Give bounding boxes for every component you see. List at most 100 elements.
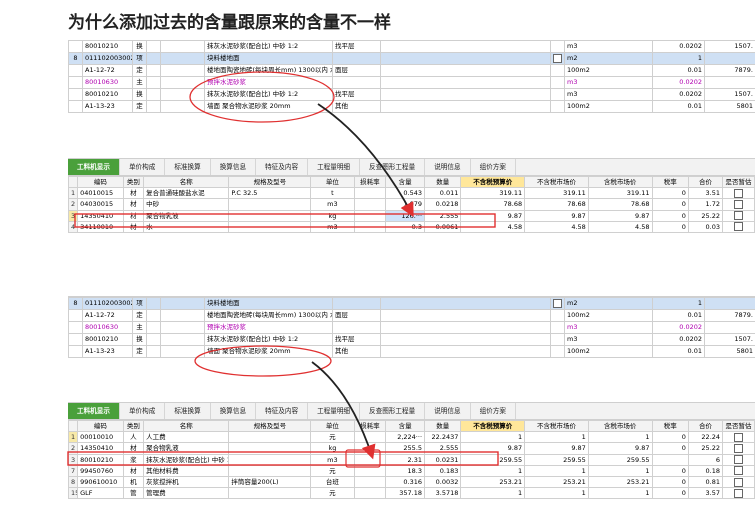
column-header[interactable]: 含税市场价 <box>588 421 652 432</box>
resource-row[interactable]: 104010015材复合普通硅酸盐水泥P.C 32.5t0.5430.01131… <box>69 188 755 199</box>
column-header[interactable]: 税率 <box>652 177 688 188</box>
estimate-checkbox-cell[interactable] <box>723 210 755 221</box>
checkbox[interactable] <box>734 489 743 498</box>
tab-7[interactable]: 说明信息 <box>425 403 470 419</box>
checkbox[interactable] <box>734 211 743 220</box>
tab-4[interactable]: 特征及内容 <box>256 403 308 419</box>
column-header[interactable]: 名称 <box>144 177 229 188</box>
column-header[interactable]: 类别 <box>123 421 143 432</box>
tab-0[interactable]: 工料机显示 <box>68 403 120 419</box>
quota-row[interactable]: A1-12-72定楼地面陶瓷地砖(每块周长mm) 1300以内 水泥砂浆面层10… <box>69 65 755 77</box>
quota-cell: 找平层 <box>333 41 381 53</box>
resource-row[interactable]: 214350410材聚合物乳液kg255.52.5559.879.879.870… <box>69 443 755 454</box>
quota-row[interactable]: 80010210换抹灰水泥砂浆(配合比) 中砂 1:2找平层m30.020215… <box>69 334 755 346</box>
resource-cell-unit: 台班 <box>311 476 354 487</box>
estimate-checkbox-cell[interactable] <box>723 432 755 443</box>
column-header[interactable]: 含量 <box>386 177 425 188</box>
resource-row[interactable]: 380010210浆抹灰水泥砂浆(配合比) 中砂 1:2m32.310.0231… <box>69 454 755 465</box>
checkbox[interactable] <box>553 299 562 308</box>
column-header[interactable]: 损耗率 <box>354 177 386 188</box>
checkbox[interactable] <box>734 200 743 209</box>
tab-8[interactable]: 组价方案 <box>471 159 516 175</box>
column-header[interactable]: 不含税预算价 <box>461 421 525 432</box>
tab-1[interactable]: 单价构成 <box>120 159 165 175</box>
quota-row[interactable]: A1-12-72定楼地面陶瓷地砖(每块周长mm) 1300以内 水泥砂浆面层10… <box>69 310 755 322</box>
tab-4[interactable]: 特征及内容 <box>256 159 308 175</box>
checkbox[interactable] <box>734 189 743 198</box>
column-header[interactable]: 规格及型号 <box>229 177 311 188</box>
tab-8[interactable]: 组价方案 <box>471 403 516 419</box>
checkbox[interactable] <box>734 222 743 231</box>
checkbox[interactable] <box>734 433 743 442</box>
resource-cell-p3: 1 <box>588 488 652 499</box>
quota-cell <box>161 298 205 310</box>
resource-row[interactable]: 314350410材聚合物乳液kg126.···2.5559.879.879.8… <box>69 210 755 221</box>
tab-6[interactable]: 反查图形工程量 <box>360 403 425 419</box>
resource-cell-qty: 0.183 <box>425 465 461 476</box>
quota-row[interactable]: 80010210换抹灰水泥砂浆(配合比) 中砂 1:2找平层m30.020215… <box>69 89 755 101</box>
resource-row[interactable]: 799450760材其他材料费元18.30.18311100.18 <box>69 465 755 476</box>
header-corner <box>69 177 78 188</box>
tab-6[interactable]: 反查图形工程量 <box>360 159 425 175</box>
resource-cell-name: 人工费 <box>144 432 229 443</box>
column-header[interactable]: 单位 <box>311 177 354 188</box>
checkbox[interactable] <box>734 444 743 453</box>
quota-row[interactable]: 80010630主预拌水泥砂浆m30.0202 <box>69 77 755 89</box>
resource-row[interactable]: 15GLF管管理费元357.183.571811103.57 <box>69 488 755 499</box>
column-header[interactable]: 不含税预算价 <box>461 177 525 188</box>
checkbox[interactable] <box>734 455 743 464</box>
estimate-checkbox-cell[interactable] <box>723 476 755 487</box>
quota-row[interactable]: 80010210换抹灰水泥砂浆(配合比) 中砂 1:2找平层m30.020215… <box>69 41 755 53</box>
tab-5[interactable]: 工程量明细 <box>308 403 360 419</box>
column-header[interactable]: 含税市场价 <box>588 177 652 188</box>
resource-row[interactable]: 8990610010机灰浆搅拌机拌筒容量200(L)台班0.3160.00322… <box>69 476 755 487</box>
estimate-checkbox-cell[interactable] <box>723 221 755 232</box>
quota-row[interactable]: 80010630主预拌水泥砂浆m30.0202 <box>69 322 755 334</box>
estimate-checkbox-cell[interactable] <box>723 199 755 210</box>
column-header[interactable]: 不含税市场价 <box>525 421 589 432</box>
column-header[interactable]: 规格及型号 <box>229 421 311 432</box>
checkbox[interactable] <box>734 466 743 475</box>
quota-cell: m3 <box>565 334 653 346</box>
column-header[interactable]: 税率 <box>652 421 688 432</box>
tab-2[interactable]: 标准换算 <box>165 159 210 175</box>
estimate-checkbox-cell[interactable] <box>723 488 755 499</box>
column-header[interactable]: 编码 <box>78 421 124 432</box>
column-header[interactable]: 是否暂估 <box>723 177 755 188</box>
tab-7[interactable]: 说明信息 <box>425 159 470 175</box>
column-header[interactable]: 合价 <box>688 421 722 432</box>
quota-row[interactable]: A1-13-23定墙面 聚合物水泥砂浆 20mm其他100m20.015801 <box>69 346 755 358</box>
resource-row[interactable]: 204030015材中砂m31.0790.021878.6878.6878.68… <box>69 199 755 210</box>
column-header[interactable]: 数量 <box>425 177 461 188</box>
column-header[interactable]: 编码 <box>78 177 124 188</box>
tab-3[interactable]: 换算信息 <box>211 159 256 175</box>
quota-row[interactable]: A1-13-23定墙面 聚合物水泥砂浆 20mm其他100m20.015801 <box>69 101 755 113</box>
column-header[interactable]: 类别 <box>123 177 143 188</box>
column-header[interactable]: 不含税市场价 <box>525 177 589 188</box>
estimate-checkbox-cell[interactable] <box>723 465 755 476</box>
resource-cell-content: 0.3 <box>386 221 425 232</box>
column-header[interactable]: 损耗率 <box>354 421 386 432</box>
quota-row[interactable]: 8011102003002项块料楼地面m21 <box>69 298 755 310</box>
checkbox[interactable] <box>553 54 562 63</box>
checkbox[interactable] <box>734 478 743 487</box>
estimate-checkbox-cell[interactable] <box>723 443 755 454</box>
tab-5[interactable]: 工程量明细 <box>308 159 360 175</box>
column-header[interactable]: 数量 <box>425 421 461 432</box>
resource-row[interactable]: 434110010材水m30.30.00614.584.584.5800.03 <box>69 221 755 232</box>
quota-cell <box>333 298 381 310</box>
column-header[interactable]: 含量 <box>386 421 425 432</box>
tab-1[interactable]: 单价构成 <box>120 403 165 419</box>
estimate-checkbox-cell[interactable] <box>723 188 755 199</box>
tab-0[interactable]: 工料机显示 <box>68 159 120 175</box>
quota-row[interactable]: 8011102003002项块料楼地面m21 <box>69 53 755 65</box>
tab-2[interactable]: 标准换算 <box>165 403 210 419</box>
resource-row[interactable]: 100010010人人工费元2,224···22.2437111022.24 <box>69 432 755 443</box>
quota-cell: m3 <box>565 41 653 53</box>
estimate-checkbox-cell[interactable] <box>723 454 755 465</box>
tab-3[interactable]: 换算信息 <box>211 403 256 419</box>
column-header[interactable]: 是否暂估 <box>723 421 755 432</box>
column-header[interactable]: 单位 <box>311 421 354 432</box>
column-header[interactable]: 合价 <box>688 177 722 188</box>
column-header[interactable]: 名称 <box>144 421 229 432</box>
